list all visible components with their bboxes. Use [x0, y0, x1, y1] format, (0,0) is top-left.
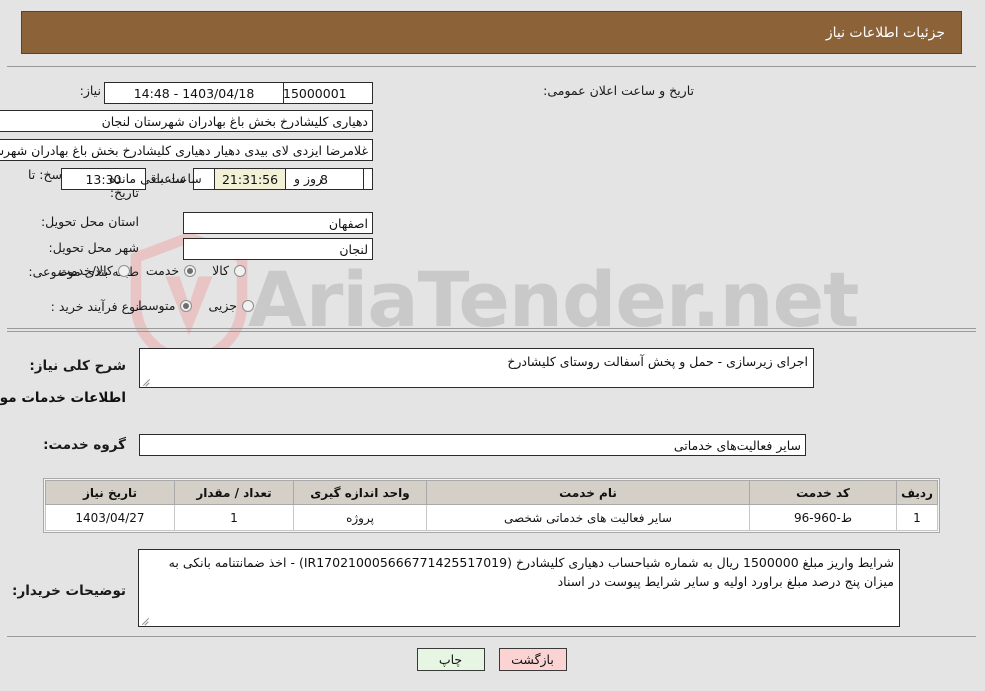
need-summary-label: شرح کلی نیاز:: [30, 358, 127, 374]
city-row: شهر محل تحویل:: [50, 240, 140, 255]
requester-value: غلامرضا ایزدی لای بیدی دهیار دهیاری کلیش…: [0, 139, 374, 161]
buyer-org-value: دهیاری کلیشادرخ بخش باغ بهادران شهرستان …: [0, 110, 374, 132]
remaining-suffix-label: ساعت باقی مانده: [110, 171, 203, 186]
remaining-days-label: روز و: [295, 171, 324, 186]
cell-qty: 1: [175, 504, 295, 531]
need-info-panel: [8, 66, 977, 329]
radio-process-jozei-label: جزیی: [209, 298, 238, 313]
province-row: استان محل تحویل:: [42, 214, 140, 229]
remaining-clock-value: 21:31:56: [215, 168, 287, 190]
col-code: کد خدمت: [750, 480, 898, 505]
need-summary-value: اجرای زیرسازی - حمل و پخش آسفالت روستای …: [508, 354, 809, 369]
footer-buttons: بازگشت چاپ: [0, 648, 985, 671]
radio-category-kala-khedmat-label: کالا/خدمت: [59, 263, 114, 278]
announce-datetime-value: 1403/04/18 - 14:48: [105, 82, 285, 104]
table-row[interactable]: 1 ط-960-96 سایر فعالیت های خدماتی شخصی پ…: [46, 504, 939, 531]
announce-datetime-label: تاریخ و ساعت اعلان عمومی:: [544, 83, 695, 98]
cell-unit: پروژه: [294, 504, 428, 531]
print-button[interactable]: چاپ: [417, 648, 486, 671]
col-date: تاریخ نیاز: [46, 480, 176, 505]
city-value: لنجان: [184, 238, 374, 260]
cell-date: 1403/04/27: [46, 504, 176, 531]
radio-category-kala-label: کالا: [213, 263, 230, 278]
page-title: جزئیات اطلاعات نیاز: [826, 24, 946, 41]
radio-category-kala-khedmat[interactable]: [118, 264, 131, 277]
resize-grip-icon-notes[interactable]: [142, 615, 152, 625]
buyer-notes-label: توضیحات خریدار:: [13, 583, 127, 599]
back-button[interactable]: بازگشت: [499, 648, 568, 671]
radio-category-khedmat[interactable]: [185, 264, 198, 277]
col-qty: تعداد / مقدار: [175, 480, 295, 505]
page-header: جزئیات اطلاعات نیاز: [22, 11, 963, 54]
service-group-label: گروه خدمت:: [44, 437, 127, 453]
process-options: جزیی متوسط: [121, 298, 255, 313]
resize-grip-icon[interactable]: [143, 376, 153, 386]
col-radif: ردیف: [897, 480, 939, 505]
col-unit: واحد اندازه گیری: [294, 480, 428, 505]
service-group-value: سایر فعالیت‌های خدماتی: [140, 434, 807, 456]
services-table: ردیف کد خدمت نام خدمت واحد اندازه گیری ت…: [46, 480, 939, 531]
col-name: نام خدمت: [427, 480, 751, 505]
services-section-heading: اطلاعات خدمات مورد نیاز: [0, 390, 127, 406]
cell-code: ط-960-96: [750, 504, 898, 531]
cell-radif: 1: [897, 504, 939, 531]
cell-name: سایر فعالیت های خدماتی شخصی: [427, 504, 751, 531]
category-options: کالا خدمت کالا/خدمت: [43, 263, 247, 278]
radio-category-kala[interactable]: [235, 264, 247, 277]
table-header-row: ردیف کد خدمت نام خدمت واحد اندازه گیری ت…: [46, 480, 939, 505]
announce-datetime-row: تاریخ و ساعت اعلان عمومی:: [544, 83, 695, 98]
buyer-notes-textarea[interactable]: شرایط واریز مبلغ 1500000 ریال به شماره ش…: [139, 549, 901, 627]
buyer-notes-value: شرایط واریز مبلغ 1500000 ریال به شماره ش…: [169, 555, 895, 590]
radio-process-motavaset[interactable]: [181, 299, 194, 312]
need-summary-textarea[interactable]: اجرای زیرسازی - حمل و پخش آسفالت روستای …: [140, 348, 815, 388]
services-table-wrap: ردیف کد خدمت نام خدمت واحد اندازه گیری ت…: [44, 478, 941, 533]
province-value: اصفهان: [184, 212, 374, 234]
city-label: شهر محل تحویل:: [49, 240, 140, 255]
radio-process-motavaset-label: متوسط: [137, 298, 177, 313]
radio-process-jozei[interactable]: [243, 299, 255, 312]
province-label: استان محل تحویل:: [41, 214, 140, 229]
radio-category-khedmat-label: خدمت: [146, 263, 181, 278]
